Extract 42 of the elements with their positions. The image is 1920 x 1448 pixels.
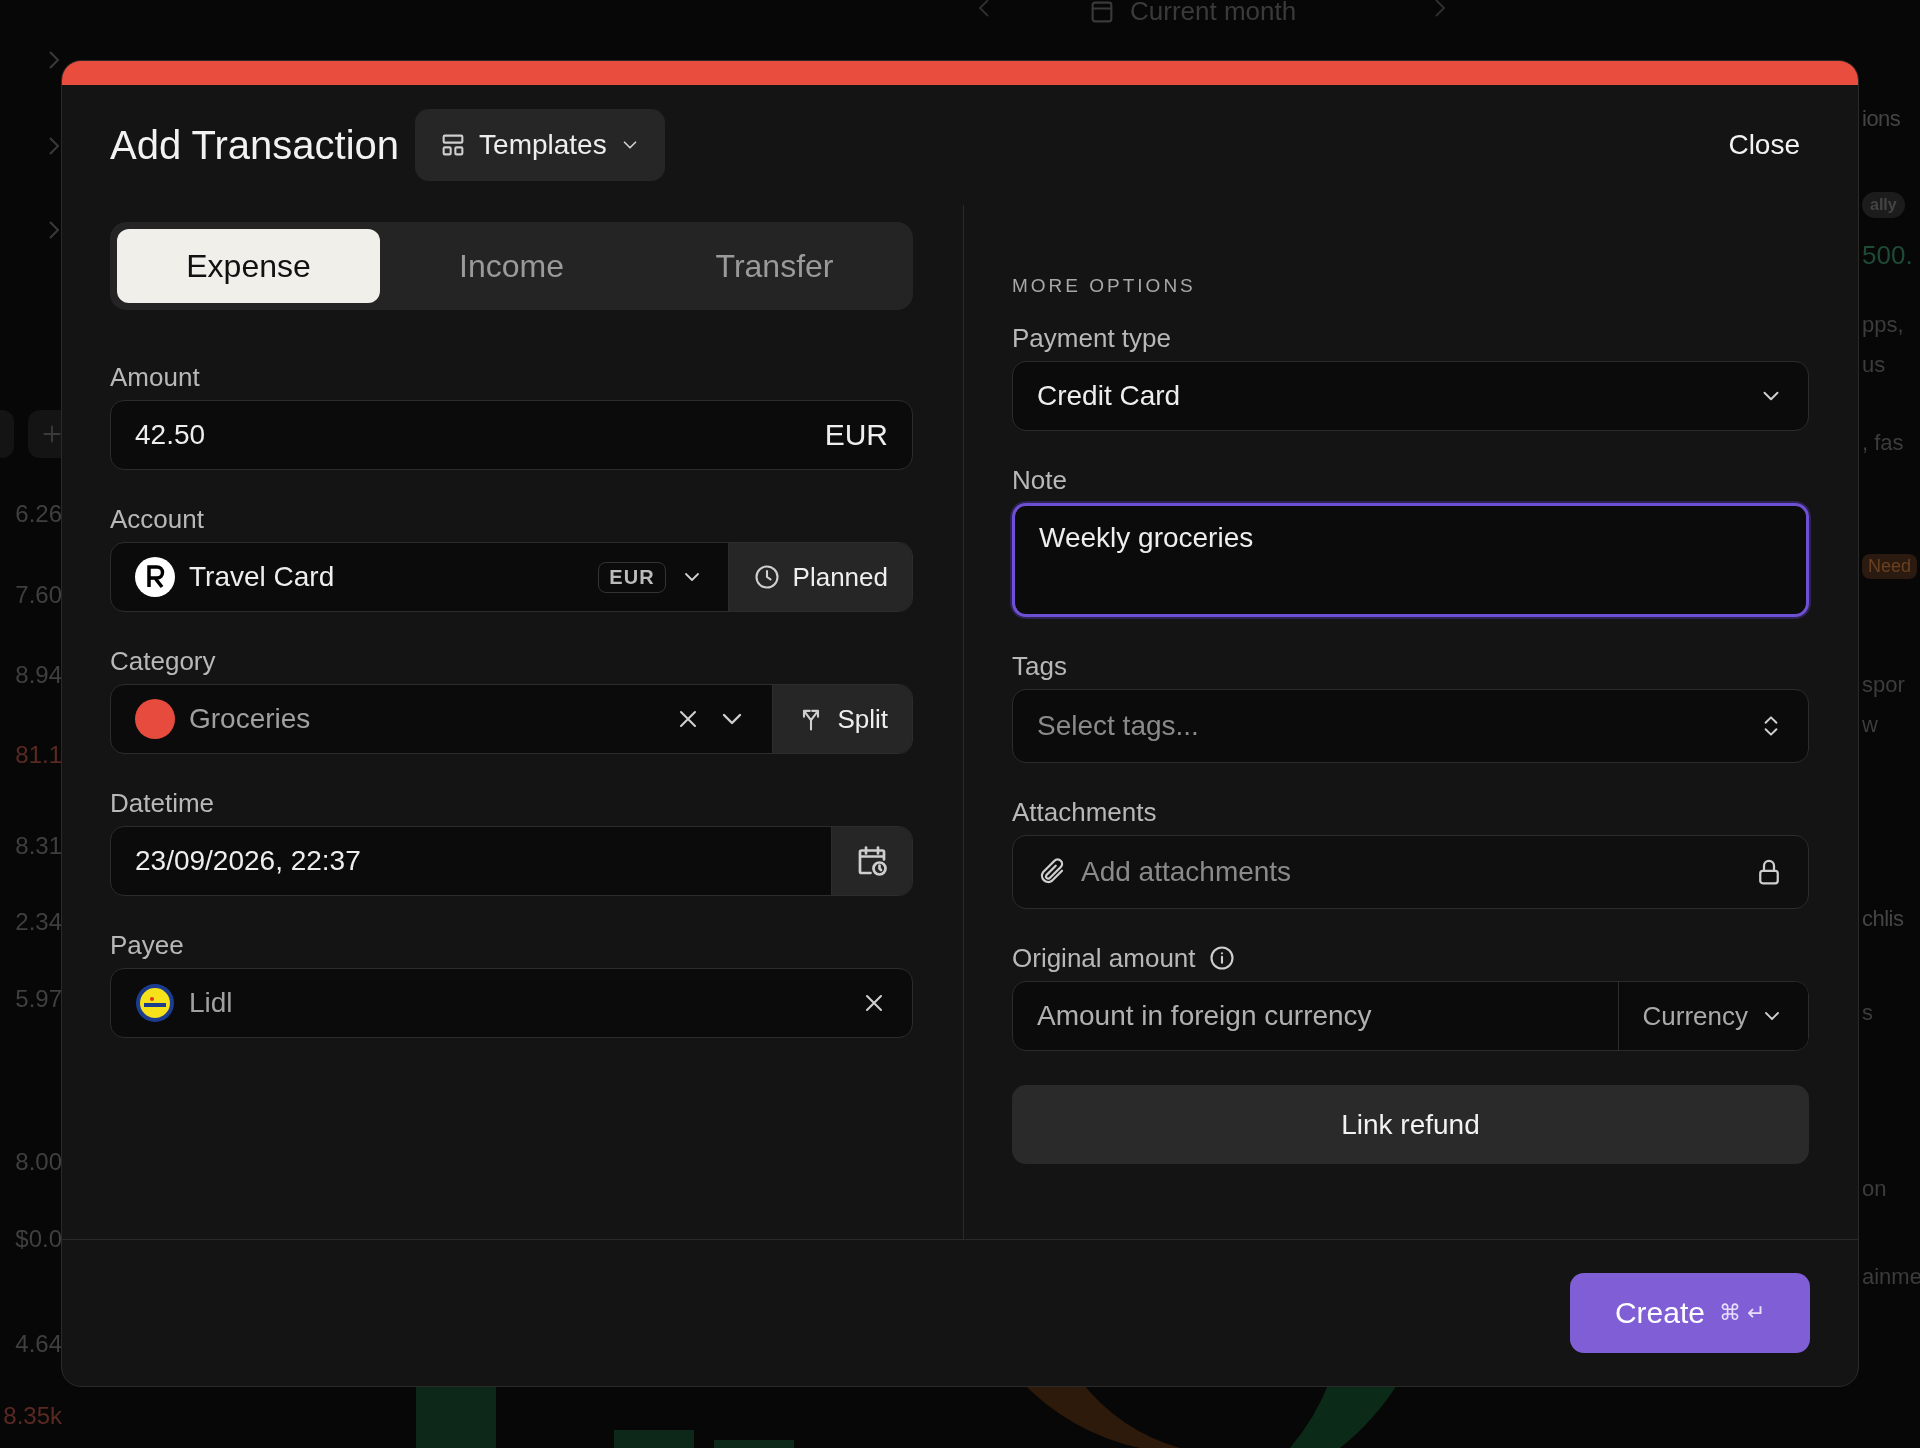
dialog-title: Add Transaction: [110, 122, 400, 168]
create-button[interactable]: Create ⌘ ↵: [1570, 1273, 1810, 1353]
payment-type-select[interactable]: Credit Card: [1012, 361, 1809, 431]
note-field[interactable]: Weekly groceries: [1012, 503, 1809, 617]
amount-value: 8.94: [14, 661, 62, 689]
amount-value: 8.31: [14, 832, 62, 860]
type-tab[interactable]: Income: [380, 229, 643, 303]
amount-value: 8.00: [14, 1148, 62, 1176]
link-refund-button[interactable]: Link refund: [1012, 1085, 1809, 1164]
background-text: 500.: [1862, 240, 1913, 271]
templates-button[interactable]: Templates: [415, 109, 665, 181]
amount-field[interactable]: 42.50 EUR: [110, 400, 913, 470]
tags-select[interactable]: Select tags...: [1012, 689, 1809, 763]
payee-select[interactable]: Lidl: [110, 968, 913, 1038]
field-label: Category: [110, 646, 216, 676]
status-badge: Need: [1862, 554, 1918, 579]
amount-value: 5.97: [14, 985, 62, 1013]
field-label: Account: [110, 504, 204, 534]
field-label: Original amount: [1012, 943, 1196, 973]
field-label: Datetime: [110, 788, 215, 818]
field-label: Payment type: [1012, 323, 1171, 353]
amount-value: 81.1: [14, 741, 62, 769]
type-tab[interactable]: Expense: [117, 229, 380, 303]
attachments-field[interactable]: Add attachments: [1012, 835, 1809, 909]
field-label: Attachments: [1012, 797, 1157, 827]
background-text: chlis: [1862, 906, 1904, 932]
amount-value: 6.26: [14, 500, 62, 528]
field-label: Payee: [110, 930, 184, 960]
amount-value: 4.64: [14, 1330, 62, 1358]
payee-logo-icon: [135, 983, 175, 1023]
field-label: Tags: [1012, 651, 1067, 681]
amount-value: 8.35k: [2, 1402, 62, 1430]
close-button[interactable]: Close: [1718, 121, 1810, 169]
field-label: Note: [1012, 465, 1067, 495]
section-heading: MORE OPTIONS: [1012, 275, 1196, 297]
field-label: Amount: [110, 362, 200, 392]
amount-value: $0.0: [14, 1225, 62, 1253]
amount-value: 2.34: [14, 908, 62, 936]
amount-value: 7.60: [14, 581, 62, 609]
type-tab[interactable]: Transfer: [643, 229, 906, 303]
info-icon: [1207, 944, 1236, 972]
background-text: ions: [1862, 106, 1901, 132]
